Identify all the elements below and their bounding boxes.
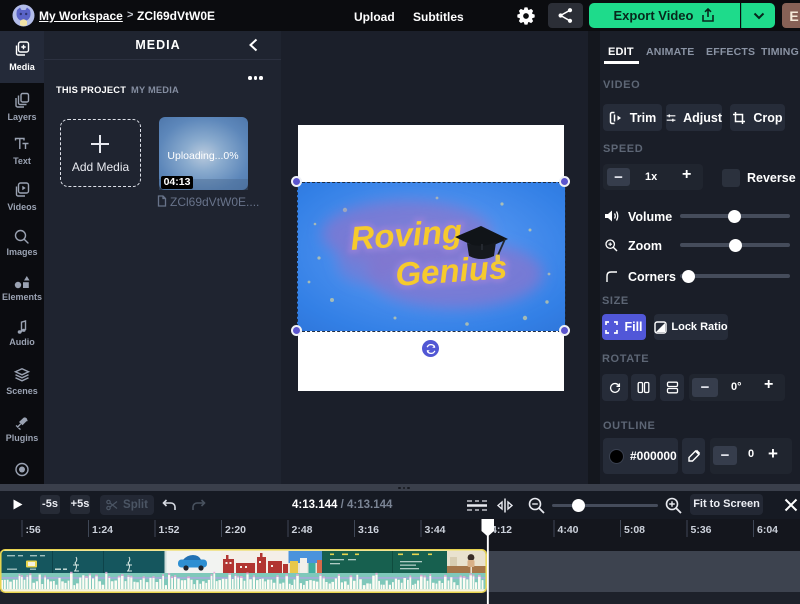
svg-text:3:44: 3:44 [425, 524, 446, 536]
svg-text:2:48: 2:48 [292, 524, 313, 536]
svg-text:5:08: 5:08 [624, 524, 645, 536]
svg-text:1:52: 1:52 [159, 524, 180, 536]
svg-text:4:12: 4:12 [491, 524, 512, 536]
svg-text:3:16: 3:16 [358, 524, 379, 536]
svg-text:1:24: 1:24 [92, 524, 113, 536]
svg-text:5:36: 5:36 [691, 524, 712, 536]
svg-text::56: :56 [26, 524, 41, 536]
svg-text:4:40: 4:40 [558, 524, 579, 536]
svg-text:6:04: 6:04 [757, 524, 778, 536]
svg-text:2:20: 2:20 [225, 524, 246, 536]
svg-text:Uploading...0%: Uploading...0% [167, 150, 238, 162]
